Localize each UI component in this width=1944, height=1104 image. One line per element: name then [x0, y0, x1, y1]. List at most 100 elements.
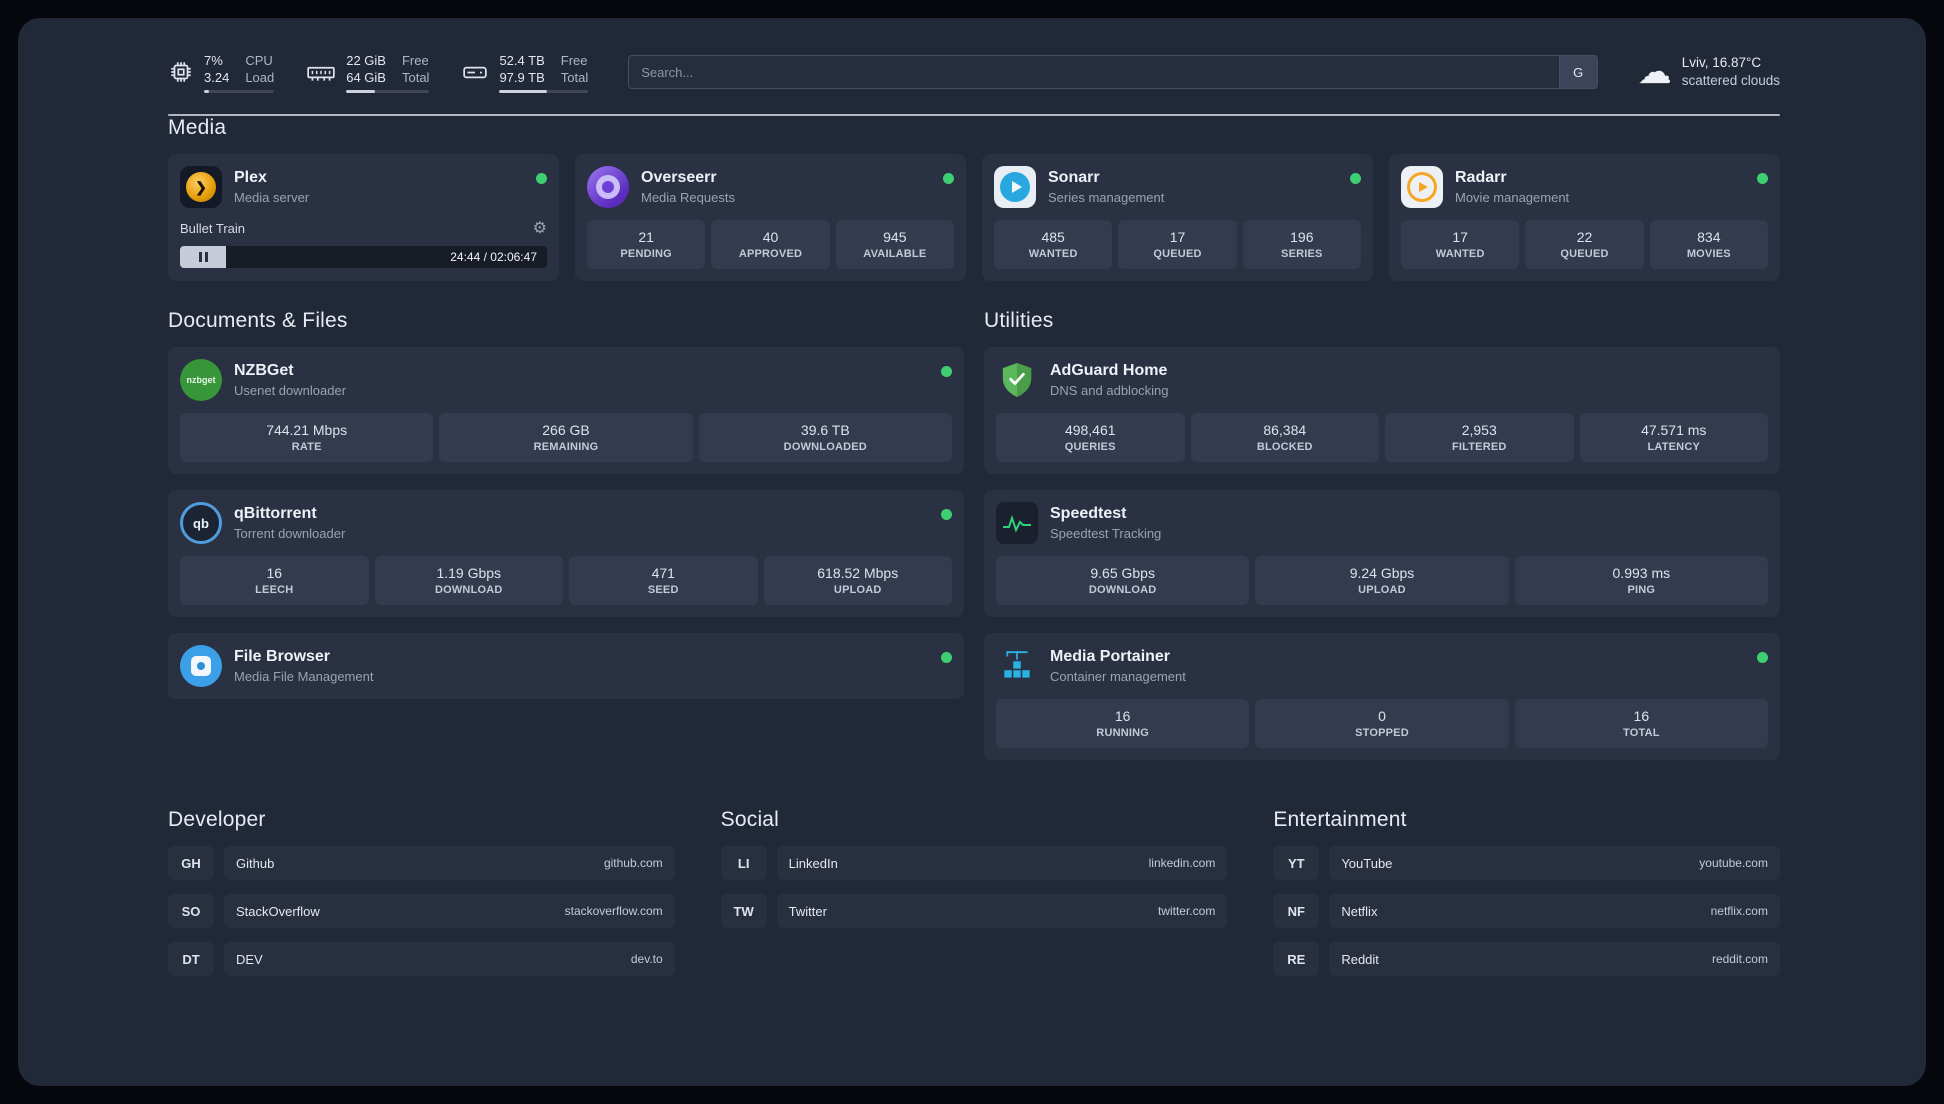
link-url: netflix.com [1710, 904, 1768, 918]
cpu-load-label: Load [245, 69, 275, 85]
app-subtitle: Usenet downloader [234, 383, 347, 398]
cpu-label: CPU [245, 52, 273, 68]
stat-tile: 744.21 Mbps RATE [180, 413, 434, 462]
status-dot [1757, 173, 1768, 184]
nzbget-icon-text: nzbget [186, 375, 216, 385]
app-subtitle: Media server [234, 190, 310, 205]
stat-label: LATENCY [1647, 441, 1701, 453]
link-twitter[interactable]: Twitter twitter.com [776, 894, 1228, 928]
overseerr-card[interactable]: Overseerr Media Requests 21 PENDING 40 A… [575, 154, 966, 281]
stat-value: 498,461 [1064, 422, 1116, 438]
stat-tile: 17 QUEUED [1118, 220, 1237, 269]
link-youtube[interactable]: YouTube youtube.com [1329, 846, 1780, 880]
utilities-column: Utilities AdGuard Home DNS and adblockin… [984, 309, 1780, 760]
stat-value: 86,384 [1263, 422, 1307, 438]
entertainment-links-column: Entertainment YT YouTube youtube.com NF … [1273, 808, 1780, 990]
app-subtitle: Speedtest Tracking [1050, 526, 1162, 541]
gear-icon[interactable] [533, 218, 547, 238]
link-abbr-badge[interactable]: GH [168, 846, 214, 880]
stat-label: WANTED [1028, 248, 1078, 260]
stat-value: 485 [1041, 229, 1065, 245]
player-time: 24:44 / 02:06:47 [450, 250, 537, 264]
list-item: RE Reddit reddit.com [1273, 942, 1780, 976]
disk-total-label: Total [560, 69, 589, 85]
stat-tile: 16 RUNNING [996, 699, 1250, 748]
link-reddit[interactable]: Reddit reddit.com [1329, 942, 1780, 976]
app-subtitle: Media Requests [641, 190, 735, 205]
ram-usage-bar [346, 89, 430, 93]
stat-label: WANTED [1435, 248, 1485, 260]
section-title-entertainment: Entertainment [1273, 808, 1407, 831]
stat-tile: 196 SERIES [1242, 220, 1361, 269]
nzbget-icon: nzbget [180, 359, 222, 401]
link-stackoverflow[interactable]: StackOverflow stackoverflow.com [224, 894, 675, 928]
stat-value: 16 [1633, 708, 1650, 724]
filebrowser-icon [180, 645, 222, 687]
stat-value: 9.65 Gbps [1090, 565, 1155, 581]
plex-icon [180, 166, 222, 208]
app-subtitle: Movie management [1455, 190, 1570, 205]
radarr-icon [1401, 166, 1443, 208]
link-name: YouTube [1341, 855, 1393, 871]
adguard-card[interactable]: AdGuard Home DNS and adblocking 498,461 … [984, 347, 1780, 474]
sonarr-card[interactable]: Sonarr Series management 485 WANTED 17 Q… [982, 154, 1373, 281]
stat-value: 17 [1169, 229, 1186, 245]
link-abbr-badge[interactable]: YT [1273, 846, 1320, 880]
nzbget-card[interactable]: nzbget NZBGet Usenet downloader 744.21 M… [168, 347, 964, 474]
app-title: AdGuard Home [1050, 362, 1168, 379]
radarr-card[interactable]: Radarr Movie management 17 WANTED 22 QUE… [1389, 154, 1780, 281]
stat-label: REMAINING [533, 441, 599, 453]
stat-label: QUEUED [1153, 248, 1202, 260]
link-name: Netflix [1341, 903, 1378, 919]
dashboard-page: 7% 3.24 CPU Load 22 GiB 64 GiB Free Tota… [18, 18, 1926, 1086]
portainer-card[interactable]: Media Portainer Container management 16 … [984, 633, 1780, 760]
search-input[interactable] [629, 56, 1559, 88]
stat-value: 0.993 ms [1612, 565, 1671, 581]
list-item: TW Twitter twitter.com [720, 894, 1228, 928]
link-github[interactable]: Github github.com [224, 846, 675, 880]
link-name: LinkedIn [788, 855, 838, 871]
top-bar: 7% 3.24 CPU Load 22 GiB 64 GiB Free Tota… [168, 48, 1780, 96]
plex-card[interactable]: Plex Media server Bullet Train 24:44 / 0… [168, 154, 559, 281]
link-abbr-badge[interactable]: TW [720, 894, 767, 928]
link-abbr-badge[interactable]: SO [168, 894, 214, 928]
overseerr-icon [587, 166, 629, 208]
disk-usage-bar [499, 89, 589, 93]
stat-value: 9.24 Gbps [1349, 565, 1415, 581]
section-title-documents: Documents & Files [168, 309, 348, 332]
list-item: NF Netflix netflix.com [1273, 894, 1780, 928]
pause-button[interactable] [180, 246, 226, 268]
search-engine-button[interactable]: G [1558, 56, 1597, 88]
link-url: twitter.com [1157, 904, 1216, 918]
filebrowser-card[interactable]: File Browser Media File Management [168, 633, 964, 699]
link-abbr-badge[interactable]: NF [1273, 894, 1320, 928]
stat-tile: 618.52 Mbps UPLOAD [763, 556, 952, 605]
stat-tile: 17 WANTED [1401, 220, 1520, 269]
stat-tile: 22 QUEUED [1525, 220, 1644, 269]
list-item: LI LinkedIn linkedin.com [720, 846, 1228, 880]
stat-value: 16 [266, 565, 283, 581]
weather-widget: Lviv, 16.87°C scattered clouds [1638, 54, 1780, 90]
player-progress-bar[interactable]: 24:44 / 02:06:47 [180, 246, 547, 268]
app-title: Plex [234, 169, 267, 186]
link-netflix[interactable]: Netflix netflix.com [1329, 894, 1780, 928]
disk-total-value: 97.9 TB [499, 69, 545, 85]
link-abbr-badge[interactable]: RE [1273, 942, 1320, 976]
section-title-media: Media [168, 116, 227, 139]
stat-label: TOTAL [1622, 727, 1660, 739]
cpu-metric-body: 7% 3.24 CPU Load [204, 52, 275, 93]
status-dot [943, 173, 954, 184]
link-dev[interactable]: DEV dev.to [224, 942, 675, 976]
stat-value: 0 [1378, 708, 1386, 724]
weather-location: Lviv, 16.87°C [1681, 55, 1762, 70]
link-abbr-badge[interactable]: LI [720, 846, 767, 880]
stat-value: 744.21 Mbps [266, 422, 348, 438]
app-subtitle: Torrent downloader [234, 526, 346, 541]
qbittorrent-card[interactable]: qb qBittorrent Torrent downloader 16 LEE… [168, 490, 964, 617]
stat-tile: 834 MOVIES [1649, 220, 1768, 269]
stat-label: SEED [647, 584, 679, 596]
link-linkedin[interactable]: LinkedIn linkedin.com [776, 846, 1228, 880]
stat-label: RUNNING [1096, 727, 1150, 739]
link-abbr-badge[interactable]: DT [168, 942, 214, 976]
speedtest-card[interactable]: Speedtest Speedtest Tracking 9.65 Gbps D… [984, 490, 1780, 617]
